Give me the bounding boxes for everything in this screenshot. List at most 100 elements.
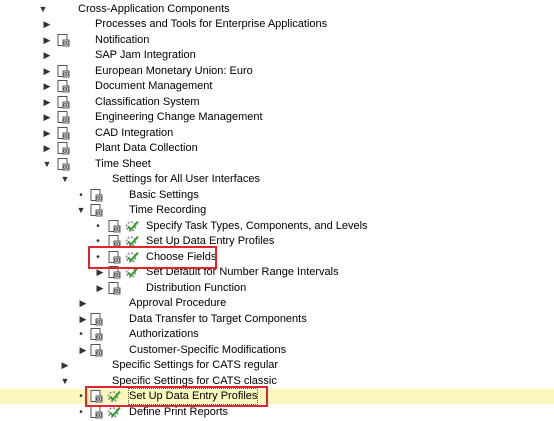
expand-arrow-icon[interactable]: ▶	[42, 95, 52, 110]
tree-node[interactable]: ▼ Specific Settings for CATS classic	[0, 374, 554, 389]
execute-activity-icon[interactable]	[125, 220, 139, 233]
leaf-bullet-icon: •	[96, 252, 100, 263]
expand-arrow-icon[interactable]: ▶	[95, 281, 105, 296]
tree-node[interactable]: • Define Print Reports	[0, 405, 554, 420]
documentation-icon[interactable]	[108, 266, 122, 279]
tree-node[interactable]: • Set Up Data Entry Profiles	[0, 234, 554, 249]
documentation-icon[interactable]	[57, 127, 71, 140]
tree-node-selected[interactable]: • Set Up Data Entry Profiles	[0, 388, 554, 405]
tree-node-label: Authorizations	[129, 328, 199, 340]
tree-node-label: Specific Settings for CATS classic	[112, 375, 277, 387]
execute-activity-icon[interactable]	[107, 390, 121, 403]
expand-arrow-icon[interactable]: ▶	[95, 265, 105, 280]
leaf-bullet-icon: •	[79, 190, 83, 201]
tree-node[interactable]: ▼ Settings for All User Interfaces	[0, 172, 554, 187]
collapse-arrow-icon[interactable]: ▼	[42, 157, 52, 172]
expand-arrow-icon[interactable]: ▶	[42, 48, 52, 63]
expand-arrow-icon[interactable]: ▶	[78, 343, 88, 358]
tree-node[interactable]: ▶ Plant Data Collection	[0, 141, 554, 156]
collapse-arrow-icon[interactable]: ▼	[60, 172, 70, 187]
tree-node-label: Define Print Reports	[129, 406, 229, 418]
tree-node[interactable]: ▶ Data Transfer to Target Components	[0, 312, 554, 327]
tree-node-label: Plant Data Collection	[95, 142, 198, 154]
documentation-icon[interactable]	[57, 142, 71, 155]
documentation-icon[interactable]	[57, 96, 71, 109]
tree-node[interactable]: ▶ European Monetary Union: Euro	[0, 64, 554, 79]
tree-node-label: Set Default for Number Range Intervals	[146, 266, 339, 278]
tree-node-label: Customer-Specific Modifications	[129, 344, 287, 356]
documentation-icon[interactable]	[108, 251, 122, 264]
expand-arrow-icon[interactable]: ▶	[60, 358, 70, 373]
tree-node[interactable]: • Basic Settings	[0, 188, 554, 203]
expand-arrow-icon[interactable]: ▶	[42, 126, 52, 141]
expanded-arrow-icon[interactable]: ▼	[38, 2, 48, 17]
tree-node-label: SAP Jam Integration	[95, 49, 196, 61]
tree-node-label: Time Sheet	[95, 158, 151, 170]
tree-node[interactable]: • Authorizations	[0, 327, 554, 342]
documentation-icon[interactable]	[90, 313, 104, 326]
tree-node[interactable]: ▶ Customer-Specific Modifications	[0, 343, 554, 358]
tree-node-label: CAD Integration	[95, 127, 174, 139]
documentation-icon[interactable]	[57, 65, 71, 78]
documentation-icon[interactable]	[108, 282, 122, 295]
documentation-icon[interactable]	[108, 235, 122, 248]
documentation-icon[interactable]	[90, 344, 104, 357]
tree-node-root[interactable]: ▼ Cross-Application Components	[0, 2, 554, 17]
tree-node-label: European Monetary Union: Euro	[95, 65, 253, 77]
documentation-icon[interactable]	[57, 34, 71, 47]
collapse-arrow-icon[interactable]: ▼	[76, 203, 86, 218]
tree-node-label: Choose Fields	[146, 251, 217, 263]
tree-node-label: Distribution Function	[146, 282, 247, 294]
tree-node[interactable]: • Specify Task Types, Components, and Le…	[0, 219, 554, 234]
documentation-icon[interactable]	[90, 189, 104, 202]
execute-activity-icon[interactable]	[107, 406, 121, 419]
tree-node-label: Settings for All User Interfaces	[112, 173, 260, 185]
tree-node-label: Notification	[95, 34, 150, 46]
leaf-bullet-icon: •	[79, 391, 83, 402]
tree-node-label: Processes and Tools for Enterprise Appli…	[95, 18, 328, 30]
documentation-icon[interactable]	[90, 406, 104, 419]
leaf-bullet-icon: •	[96, 236, 100, 247]
expand-arrow-icon[interactable]: ▶	[42, 141, 52, 156]
documentation-icon[interactable]	[57, 158, 71, 171]
expand-arrow-icon[interactable]: ▶	[42, 64, 52, 79]
tree-node-label: Specify Task Types, Components, and Leve…	[146, 220, 368, 232]
tree-node[interactable]: ▶ Processes and Tools for Enterprise App…	[0, 17, 554, 32]
expand-arrow-icon[interactable]: ▶	[42, 79, 52, 94]
tree-node[interactable]: ▶ Notification	[0, 33, 554, 48]
documentation-icon[interactable]	[57, 111, 71, 124]
expand-arrow-icon[interactable]: ▶	[42, 110, 52, 125]
tree-node[interactable]: ▼ Time Sheet	[0, 157, 554, 172]
tree-node[interactable]: ▶ Specific Settings for CATS regular	[0, 358, 554, 373]
tree-node-label: Classification System	[95, 96, 200, 108]
tree-node[interactable]: ▶ SAP Jam Integration	[0, 48, 554, 63]
tree-node-label: Time Recording	[129, 204, 207, 216]
tree-node-label: Specific Settings for CATS regular	[112, 359, 279, 371]
execute-activity-icon[interactable]	[125, 235, 139, 248]
tree-node[interactable]: ▼ Time Recording	[0, 203, 554, 218]
tree-node[interactable]: ▶ Distribution Function	[0, 281, 554, 296]
execute-activity-icon[interactable]	[125, 266, 139, 279]
tree-node[interactable]: ▶ Approval Procedure	[0, 296, 554, 311]
tree-node[interactable]: ▶ Set Default for Number Range Intervals	[0, 265, 554, 280]
documentation-icon[interactable]	[90, 328, 104, 341]
tree-node[interactable]: ▶ Engineering Change Management	[0, 110, 554, 125]
leaf-bullet-icon: •	[79, 329, 83, 340]
tree-node[interactable]: ▶ Document Management	[0, 79, 554, 94]
expand-arrow-icon[interactable]: ▶	[78, 312, 88, 327]
execute-activity-icon[interactable]	[125, 251, 139, 264]
expand-arrow-icon[interactable]: ▶	[78, 296, 88, 311]
leaf-bullet-icon: •	[79, 407, 83, 418]
tree-node-label: Cross-Application Components	[78, 3, 230, 15]
documentation-icon[interactable]	[108, 220, 122, 233]
documentation-icon[interactable]	[90, 390, 104, 403]
documentation-icon[interactable]	[90, 204, 104, 217]
expand-arrow-icon[interactable]: ▶	[42, 33, 52, 48]
tree-node[interactable]: ▶ CAD Integration	[0, 126, 554, 141]
tree-node-label: Document Management	[95, 80, 213, 92]
expand-arrow-icon[interactable]: ▶	[42, 17, 52, 32]
tree-node[interactable]: • Choose Fields	[0, 250, 554, 265]
collapse-arrow-icon[interactable]: ▼	[60, 374, 70, 389]
tree-node[interactable]: ▶ Classification System	[0, 95, 554, 110]
documentation-icon[interactable]	[57, 80, 71, 93]
